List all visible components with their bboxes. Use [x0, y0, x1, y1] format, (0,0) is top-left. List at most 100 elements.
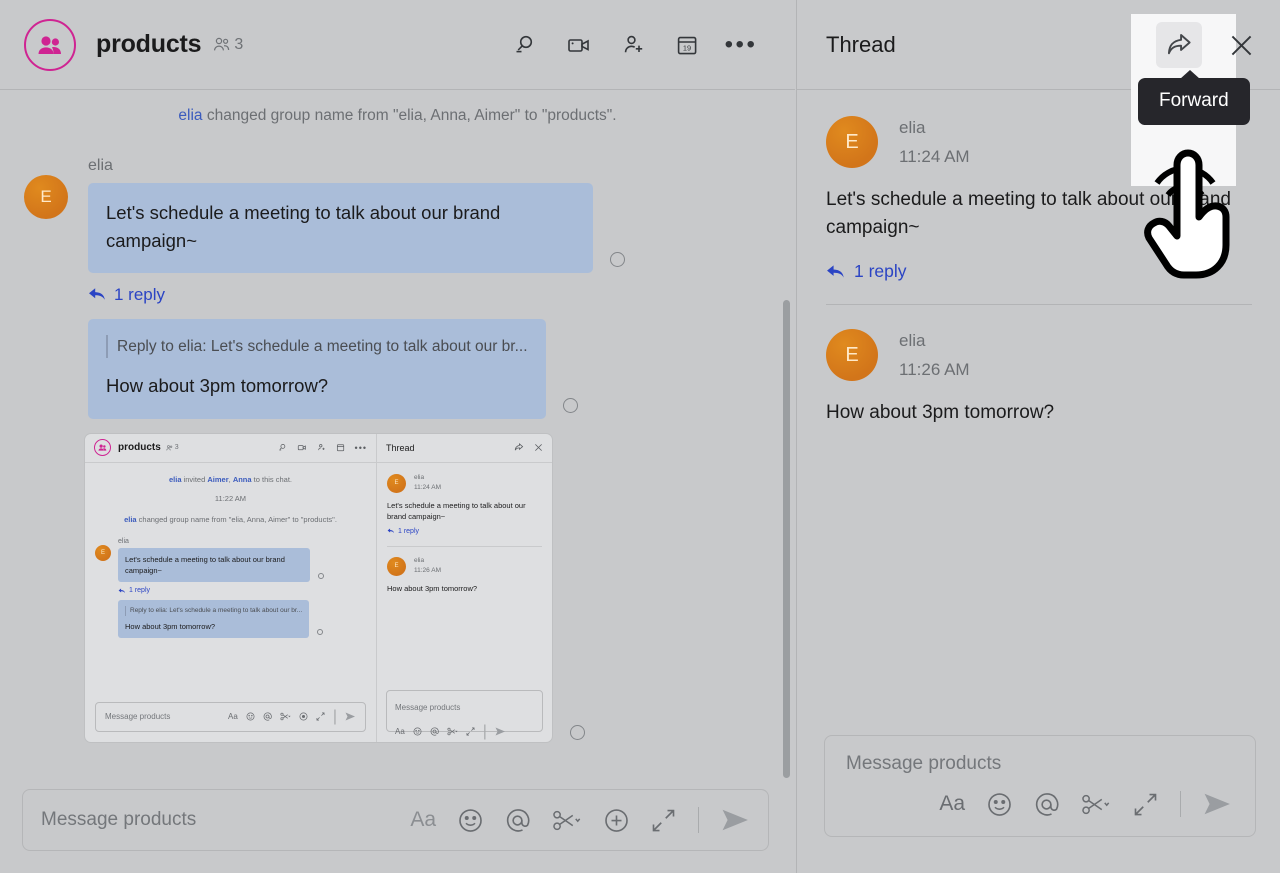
message-list: elia changed group name from "elia, Anna…: [0, 91, 795, 778]
message-bubble-reply: Reply to elia: Let's schedule a meeting …: [118, 600, 309, 638]
status-badge: [318, 573, 324, 579]
format-text-icon: Aa: [395, 727, 405, 736]
toolbar-divider: [1180, 791, 1181, 817]
thumb-header: products 3 •••: [85, 434, 376, 463]
giphy-icon[interactable]: [552, 808, 582, 833]
message-body: Let's schedule a meeting to talk about o…: [826, 186, 1252, 242]
expand-icon[interactable]: [651, 808, 676, 833]
message-body: How about 3pm tomorrow?: [826, 399, 1252, 427]
thumb-thread-header: Thread: [377, 434, 552, 463]
send-icon: [495, 727, 506, 736]
thread-message-input-placeholder[interactable]: Message products: [846, 753, 1236, 775]
attach-icon[interactable]: [604, 808, 629, 833]
emoji-icon[interactable]: [458, 808, 483, 833]
thumb-thread-actions: [514, 443, 543, 452]
actor: elia: [169, 475, 182, 484]
thread-compose-box[interactable]: Message products Aa: [824, 735, 1256, 837]
meta: elia 11:26 AM: [414, 557, 441, 574]
expand-icon[interactable]: [1133, 792, 1158, 817]
message-bubble-reply[interactable]: Reply to elia: Let's schedule a meeting …: [88, 319, 546, 419]
thumb-message-content: elia Let's schedule a meeting to talk ab…: [118, 538, 324, 639]
forward-button[interactable]: [1156, 22, 1202, 68]
video-call-icon[interactable]: [565, 31, 593, 59]
thumb-compose-box: Message products Aa |: [95, 702, 366, 732]
system-text: changed group name from "elia, Anna, Aim…: [203, 107, 617, 124]
thread-message-head: E elia 11:26 AM: [826, 329, 1252, 381]
mention-icon: [430, 727, 439, 736]
thread-compose-toolbar: Aa: [846, 791, 1236, 817]
avatar: E: [826, 329, 878, 381]
svg-text:19: 19: [683, 43, 691, 52]
placeholder: Message products: [395, 703, 460, 712]
group-people-icon[interactable]: [24, 19, 76, 71]
calendar-icon: [336, 443, 345, 452]
reply-count-link[interactable]: 1 reply: [88, 285, 625, 305]
reply-count-link[interactable]: 1 reply: [826, 261, 1252, 282]
format-text-icon: Aa: [228, 712, 238, 721]
mention-icon: [263, 712, 272, 721]
add-people-icon: [317, 443, 326, 452]
p1: Aimer: [207, 475, 228, 484]
calendar-icon[interactable]: 19: [673, 31, 701, 59]
chat-header: products 3 19 •••: [0, 0, 795, 90]
message-list-scrollbar[interactable]: [783, 300, 790, 778]
thumb-timestamp: 11:22 AM: [85, 494, 376, 503]
member-count[interactable]: 3: [213, 36, 243, 54]
thumb-compose-placeholder: Message products: [105, 712, 170, 721]
message-time: 11:24 AM: [414, 484, 441, 491]
expand-icon: [466, 727, 475, 736]
send-icon[interactable]: [1203, 792, 1232, 816]
message-body: Let's schedule a meeting to talk about o…: [387, 500, 542, 523]
thread-message-2: E elia 11:26 AM How about 3pm tomorrow?: [797, 305, 1280, 427]
mention-icon[interactable]: [505, 808, 530, 833]
message-bubble[interactable]: Let's schedule a meeting to talk about o…: [88, 183, 593, 273]
close-thread-button[interactable]: [1229, 33, 1254, 63]
reply-count-link: 1 reply: [387, 528, 542, 535]
reply-count-label: 1 reply: [398, 528, 419, 535]
message-sender: elia: [118, 538, 324, 545]
thumb-thread-compose-icons: Aa |: [395, 723, 534, 741]
search-icon: [278, 443, 287, 452]
quoted-message: Reply to elia: Let's schedule a meeting …: [125, 606, 302, 616]
search-icon[interactable]: [511, 31, 539, 59]
message-sender: elia: [899, 331, 970, 351]
message-sender: elia: [88, 157, 625, 175]
status-badge: [610, 252, 625, 267]
format-text-icon[interactable]: Aa: [410, 808, 436, 832]
attachment-row: products 3 •••: [0, 419, 795, 743]
message-sender: elia: [899, 118, 970, 138]
attachment-screenshot[interactable]: products 3 •••: [84, 433, 553, 743]
giphy-icon: [447, 727, 458, 736]
status-badge: [317, 629, 323, 635]
reply-count-link: 1 reply: [118, 587, 324, 594]
thumb-title: products: [118, 442, 161, 453]
more-options-icon[interactable]: •••: [727, 31, 755, 59]
message-compose-box[interactable]: Message products Aa: [22, 789, 769, 851]
emoji-icon: [246, 712, 255, 721]
group-people-icon: [94, 439, 111, 456]
bubble-row-reply: Reply to elia: Let's schedule a meeting …: [88, 319, 625, 419]
quoted-message: Reply to elia: Let's schedule a meeting …: [106, 335, 528, 359]
message-content: elia Let's schedule a meeting to talk ab…: [88, 157, 625, 419]
member-count-label: 3: [234, 36, 243, 54]
more-options-icon: •••: [355, 446, 367, 450]
send-icon[interactable]: [721, 808, 750, 832]
thumb-thread-message-1: E elia 11:24 AM Let's schedule a meeting…: [377, 463, 552, 547]
row: E elia 11:26 AM: [387, 557, 542, 576]
thumb-member-count-label: 3: [175, 444, 179, 451]
mention-icon[interactable]: [1034, 792, 1059, 817]
page-title: products: [96, 30, 201, 59]
reply-body: How about 3pm tomorrow?: [106, 372, 528, 400]
thumb-header-actions: •••: [278, 443, 367, 452]
thumb-member-count: 3: [166, 444, 179, 451]
chat-header-actions: 19 •••: [511, 31, 775, 59]
giphy-icon[interactable]: [1081, 792, 1111, 817]
add-people-icon[interactable]: [619, 31, 647, 59]
avatar: E: [387, 474, 406, 493]
thumb-thread-pane: Thread E elia 11:24 AM: [377, 434, 552, 742]
message-input-placeholder[interactable]: Message products: [41, 809, 196, 831]
emoji-icon[interactable]: [987, 792, 1012, 817]
format-text-icon[interactable]: Aa: [939, 792, 965, 816]
message-body: How about 3pm tomorrow?: [387, 583, 542, 595]
thread-message-meta: elia 11:26 AM: [899, 329, 970, 380]
